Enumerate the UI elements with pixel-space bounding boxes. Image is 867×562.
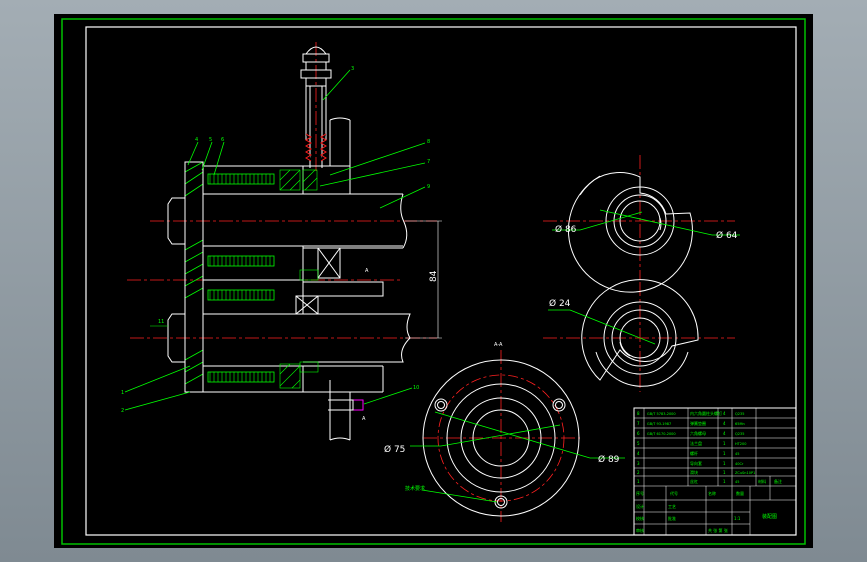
drawing-scale: 1:1 [734, 516, 741, 521]
balloon-11: 11 [158, 319, 164, 325]
dim-84-label: 84 [429, 270, 439, 282]
bolt-note: 技术要求 [405, 485, 425, 492]
svg-text:数量: 数量 [736, 490, 744, 496]
svg-text:螺杆: 螺杆 [690, 450, 698, 456]
svg-text:45: 45 [735, 480, 739, 484]
balloon-9: 9 [427, 184, 430, 190]
svg-text:Q235: Q235 [735, 432, 744, 436]
svg-text:HT200: HT200 [735, 442, 746, 446]
sheet-count: 共 张 第 张 [708, 527, 728, 533]
balloon-7: 7 [427, 159, 430, 165]
svg-text:校核: 校核 [636, 515, 644, 521]
balloon-2: 2 [121, 408, 124, 414]
dim-24-label: Ø 24 [549, 298, 571, 309]
svg-text:丝杠: 丝杠 [690, 478, 698, 484]
svg-text:材料: 材料 [758, 478, 766, 484]
balloon-10: 10 [413, 385, 419, 391]
svg-text:GB/T 93-1987: GB/T 93-1987 [647, 422, 671, 426]
svg-text:序号: 序号 [636, 490, 644, 496]
dim-86-label: Ø 86 [555, 224, 577, 235]
cad-drawing[interactable]: 84 3 4 5 6 8 7 9 10 1 2 11 A A A-A Ø 86 … [0, 0, 867, 562]
svg-text:ZCuSn10P1: ZCuSn10P1 [735, 471, 755, 475]
balloon-3: 3 [351, 66, 354, 72]
balloon-8: 8 [427, 139, 430, 145]
svg-text:批准: 批准 [668, 515, 676, 521]
svg-text:六角螺母: 六角螺母 [690, 430, 706, 436]
dim-89-label: Ø 89 [598, 454, 620, 465]
svg-text:GB/T 6170-2000: GB/T 6170-2000 [647, 432, 676, 436]
svg-text:65Mn: 65Mn [735, 422, 745, 426]
svg-text:设计: 设计 [636, 503, 644, 509]
svg-text:45: 45 [735, 452, 739, 456]
svg-text:备注: 备注 [774, 478, 782, 484]
svg-text:40Cr: 40Cr [735, 462, 744, 466]
svg-text:审核: 审核 [636, 527, 644, 533]
svg-text:法兰盘: 法兰盘 [690, 440, 702, 446]
svg-text:导向套: 导向套 [690, 460, 702, 466]
balloon-4: 4 [195, 137, 198, 143]
drawing-title: 装配图 [762, 513, 777, 520]
svg-text:滑块: 滑块 [690, 469, 698, 475]
svg-text:弹簧垫圈: 弹簧垫圈 [690, 420, 706, 426]
svg-text:GB/T 5783-2000: GB/T 5783-2000 [647, 412, 676, 416]
section-mark-a1: A [365, 268, 369, 274]
balloon-5: 5 [209, 137, 212, 143]
balloon-1: 1 [121, 390, 124, 396]
svg-text:代号: 代号 [670, 490, 678, 496]
balloon-6: 6 [221, 137, 224, 143]
svg-text:Q235: Q235 [735, 412, 744, 416]
cad-viewport[interactable]: 84 3 4 5 6 8 7 9 10 1 2 11 A A A-A Ø 86 … [0, 0, 867, 562]
svg-text:工艺: 工艺 [668, 504, 676, 509]
section-mark-a2: A [362, 416, 366, 422]
dim-75-label: Ø 75 [384, 444, 405, 455]
svg-text:内六角圆柱头螺钉: 内六角圆柱头螺钉 [690, 410, 722, 416]
section-title-aa: A-A [494, 342, 503, 348]
svg-text:名称: 名称 [708, 490, 716, 496]
dim-64-label: Ø 64 [716, 230, 738, 241]
